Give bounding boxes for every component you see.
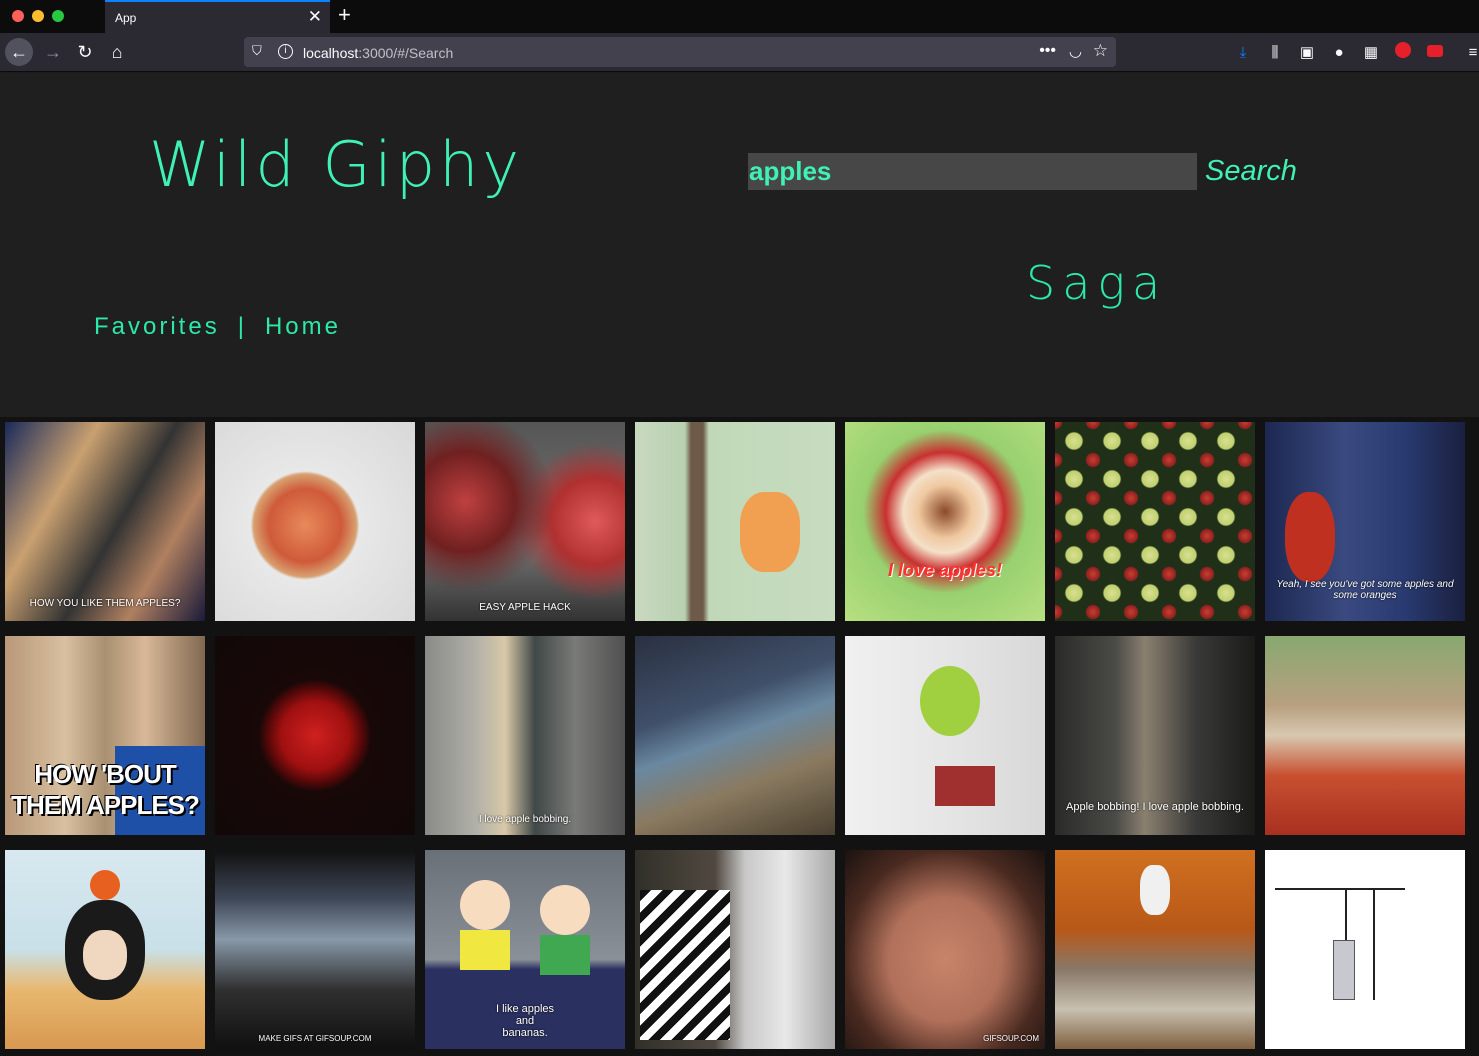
tab-title: App [115,11,137,25]
forward-arrow-icon[interactable]: → [39,38,67,66]
favorites-link[interactable]: Favorites [94,313,220,340]
extension-hand-icon[interactable] [1392,42,1414,64]
gif-tile[interactable] [635,636,835,835]
address-bar[interactable]: ⛉ i localhost:3000/#/Search ••• ◡ ☆ [244,37,1116,67]
info-icon[interactable]: i [278,44,293,59]
minimize-window-icon[interactable] [32,10,44,22]
sidebar-icon[interactable]: ▣ [1296,42,1318,64]
section-title: Saga [1026,256,1168,310]
gif-tile[interactable] [635,850,835,1049]
app-logo: Wild Giphy [149,128,524,201]
gif-tile[interactable] [845,636,1045,835]
gif-tile[interactable]: HOW 'BOUT THEM APPLES? [5,636,205,835]
extension-play-icon[interactable] [1424,42,1446,64]
gif-tile[interactable]: GIFSOUP.COM [845,850,1045,1049]
gif-tile[interactable]: I love apple bobbing. [425,636,625,835]
menu-icon[interactable]: ≡ [1462,42,1479,64]
bookmark-star-icon[interactable]: ☆ [1093,41,1108,61]
app-header: Wild Giphy Search Saga Favorites | Home [0,73,1479,417]
gif-tile[interactable]: Apple bobbing! I love apple bobbing. [1055,636,1255,835]
more-icon[interactable]: ••• [1039,42,1056,60]
browser-tab-bar: App ✕ + [0,0,1479,33]
gif-tile[interactable]: HOW YOU LIKE THEM APPLES? [5,422,205,621]
gif-tile[interactable]: Yeah, I see you've got some apples and s… [1265,422,1465,621]
gif-tile[interactable] [5,850,205,1049]
gif-tile[interactable] [635,422,835,621]
gif-tile[interactable] [215,636,415,835]
home-link[interactable]: Home [265,313,341,340]
gif-tile[interactable] [215,422,415,621]
download-icon[interactable]: ⤓ [1232,42,1254,64]
shield-icon[interactable]: ⛉ [252,43,262,59]
library-icon[interactable]: ⫼ [1264,42,1286,64]
gif-tile[interactable] [1265,850,1465,1049]
close-tab-icon[interactable]: ✕ [308,7,322,27]
reload-icon[interactable]: ↻ [71,38,99,66]
gif-tile[interactable]: MAKE GIFS AT GIFSOUP.COM [215,850,415,1049]
pocket-icon[interactable]: ◡ [1069,42,1082,60]
url-text[interactable]: localhost:3000/#/Search [303,45,453,61]
close-window-icon[interactable] [12,10,24,22]
nav-separator: | [237,313,247,340]
browser-tab[interactable]: App ✕ [105,0,330,33]
app-page: Wild Giphy Search Saga Favorites | Home HO… [0,73,1479,1056]
gif-tile[interactable]: I like apples and bananas. [425,850,625,1049]
gif-tile[interactable] [1055,850,1255,1049]
account-icon[interactable]: ● [1328,42,1350,64]
nav-links: Favorites | Home [94,313,341,341]
maximize-window-icon[interactable] [52,10,64,22]
gif-tile[interactable]: I love apples! [845,422,1045,621]
browser-toolbar: ← → ↻ ⌂ ⛉ i localhost:3000/#/Search ••• … [0,33,1479,72]
back-arrow-icon[interactable]: ← [5,38,33,66]
home-icon[interactable]: ⌂ [103,38,131,66]
search-input[interactable] [748,153,1197,190]
search-button[interactable]: Search [1205,155,1297,188]
gif-grid: HOW YOU LIKE THEM APPLES? EASY APPLE HAC… [0,417,1479,1056]
gif-tile[interactable] [1265,636,1465,835]
grid-icon[interactable]: ▦ [1360,42,1382,64]
gif-tile[interactable]: EASY APPLE HACK [425,422,625,621]
new-tab-icon[interactable]: + [338,2,351,28]
gif-tile[interactable] [1055,422,1255,621]
